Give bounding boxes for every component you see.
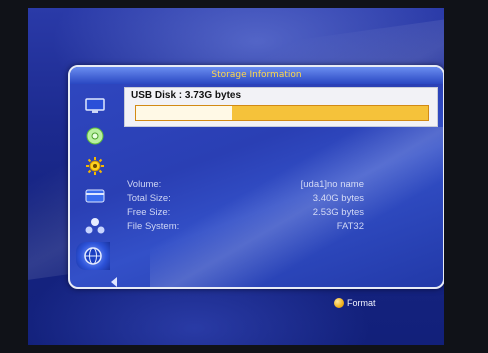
disk-label: USB Disk : 3.73G bytes [131, 90, 242, 101]
info-row-volume: Volume: [uda1]no name [124, 179, 436, 192]
info-row-free-size: Free Size: 2.53G bytes [124, 207, 436, 220]
dialog-title: Storage Information [70, 67, 443, 84]
selection-arrow-icon [111, 277, 117, 287]
yellow-key-icon [334, 298, 344, 308]
file-system-value: FAT32 [336, 221, 364, 232]
format-button[interactable]: Format [334, 296, 376, 310]
globe-icon[interactable] [76, 242, 110, 270]
sun-settings-icon[interactable] [84, 156, 106, 176]
total-size-value: 3.40G bytes [312, 193, 364, 204]
disk-usage-fill [136, 106, 233, 120]
free-size-label: Free Size: [127, 207, 171, 218]
format-label: Format [347, 298, 376, 308]
disk-summary: USB Disk : 3.73G bytes [124, 87, 438, 127]
card-icon[interactable] [84, 186, 106, 206]
info-row-total-size: Total Size: 3.40G bytes [124, 193, 436, 206]
storage-info-panel: USB Disk : 3.73G bytes Volume: [uda1]no … [124, 87, 438, 282]
file-system-label: File System: [127, 221, 180, 232]
network-icon[interactable] [84, 216, 106, 236]
menu-sidebar [74, 88, 117, 287]
info-row-file-system: File System: FAT32 [124, 221, 436, 234]
volume-label: Volume: [127, 179, 162, 190]
total-size-label: Total Size: [127, 193, 171, 204]
disk-usage-bar [135, 105, 429, 121]
free-size-value: 2.53G bytes [312, 207, 364, 218]
volume-value: [uda1]no name [300, 179, 364, 190]
storage-info-dialog: Storage Information USB Disk: 3.73G byt… [68, 65, 444, 289]
tv-icon[interactable] [84, 96, 106, 116]
tv-screen: Storage Information USB Disk: 3.73G byt… [28, 8, 444, 345]
disc-icon[interactable] [84, 126, 106, 146]
